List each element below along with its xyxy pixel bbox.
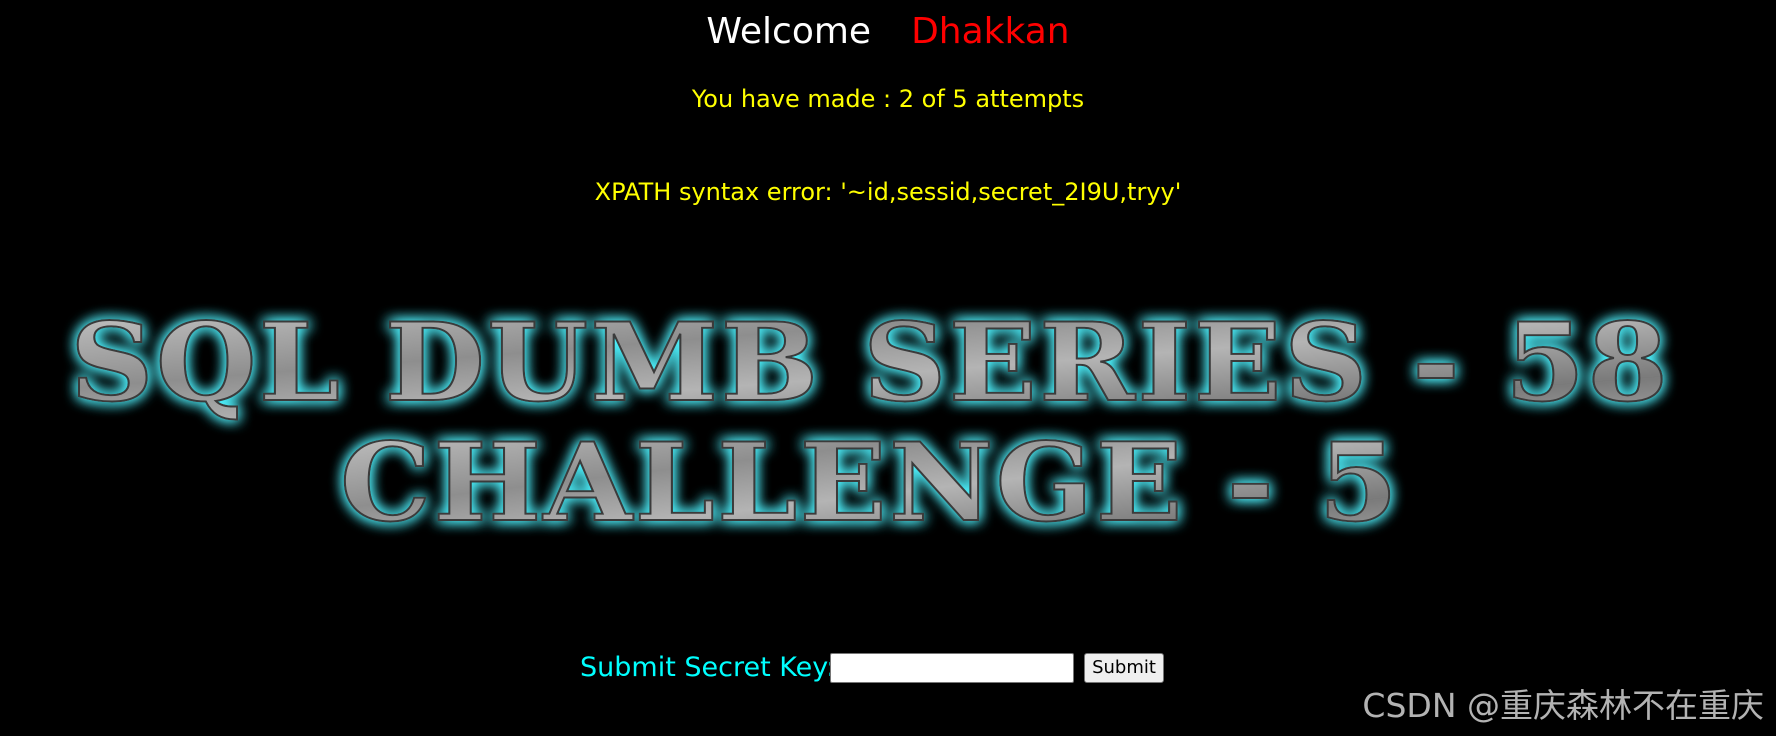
error-message: XPATH syntax error: '~id,sessid,secret_2…: [594, 178, 1182, 206]
submit-button[interactable]: Submit: [1084, 653, 1164, 683]
welcome-label: Welcome: [706, 11, 872, 52]
banner-graphic: SQL DUMB SERIES - 58 CHALLENGE - 5: [69, 299, 1670, 547]
welcome-header: Welcome Dhakkan: [0, 8, 1776, 56]
attempts-counter: You have made : 2 of 5 attempts: [691, 85, 1085, 113]
csdn-watermark: CSDN @重庆森林不在重庆: [1362, 686, 1764, 725]
banner-line-1: SQL DUMB SERIES - 58: [70, 300, 1670, 426]
secret-key-input[interactable]: [830, 653, 1074, 683]
page: Welcome Dhakkan You have made : 2 of 5 at…: [0, 0, 1776, 736]
challenge-banner: SQL DUMB SERIES - 58 CHALLENGE - 5: [50, 295, 1690, 565]
user-name: Dhakkan: [911, 11, 1070, 52]
secret-key-form: Submit Secret Key: Submit: [0, 649, 1776, 689]
secret-key-label: Submit Secret Key:: [580, 652, 836, 683]
banner-line-2: CHALLENGE - 5: [340, 420, 1400, 546]
